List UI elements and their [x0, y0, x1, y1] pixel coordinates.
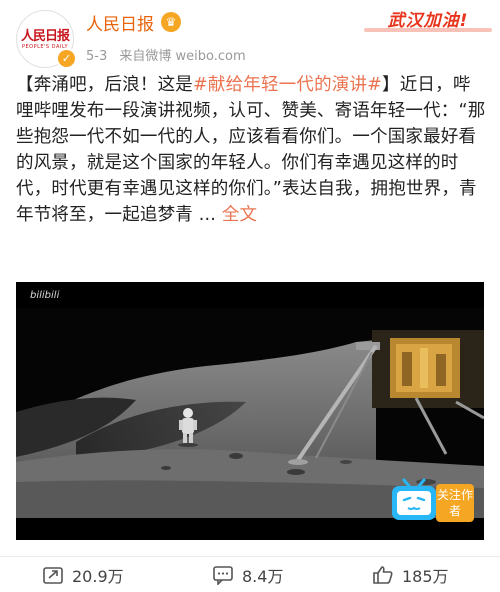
repost-count: 20.9万 — [72, 567, 124, 586]
post-text-part1: 【奔涌吧，后浪！这是 — [16, 75, 193, 95]
bilibili-tv-icon — [390, 478, 438, 524]
full-text-link[interactable]: 全文 — [222, 205, 257, 225]
comment-button[interactable]: 8.4万 — [212, 558, 283, 592]
post-date: 5-3 — [86, 49, 108, 64]
username[interactable]: 人民日报 — [86, 10, 154, 35]
repost-icon — [43, 567, 63, 584]
bilibili-watermark: bilibili — [30, 290, 60, 301]
post-body: 【奔涌吧，后浪！这是#献给年轻一代的演讲#】近日，哔哩哔哩发布一段演讲视频，认可… — [16, 72, 486, 228]
actions-divider — [0, 556, 500, 557]
post-header: 人民日报 PEOPLE'S DAILY ✓ 人民日报 ♛ 5-3 来自微博 we… — [0, 0, 500, 69]
wuhan-badge-text: 武汉加油! — [387, 11, 469, 31]
comment-icon — [213, 566, 233, 585]
video-player[interactable]: bilibili 关注作者 — [16, 282, 484, 540]
hashtag-link[interactable]: #献给年轻一代的演讲# — [193, 75, 382, 95]
crown-icon: ♛ — [161, 12, 181, 32]
post-meta: 5-3 来自微博 weibo.com — [86, 45, 254, 64]
avatar-logo-text: 人民日报 — [21, 29, 70, 44]
like-button[interactable]: 185万 — [372, 558, 449, 592]
wuhan-badge: 武汉加油! — [364, 6, 492, 36]
action-bar: 20.9万 8.4万 185万 — [0, 558, 500, 592]
verified-icon: ✓ — [56, 48, 77, 69]
like-count: 185万 — [402, 567, 449, 586]
comment-count: 8.4万 — [242, 567, 284, 586]
repost-button[interactable]: 20.9万 — [42, 558, 124, 592]
like-icon — [373, 566, 393, 584]
post-text-part2: 】近日，哔哩哔哩发布一段演讲视频，认可、赞美、寄语年轻一代：“那些抱怨一代不如一… — [16, 75, 486, 225]
post-source: 来自微博 weibo.com — [119, 49, 246, 64]
follow-author-button[interactable]: 关注作者 — [436, 484, 474, 522]
